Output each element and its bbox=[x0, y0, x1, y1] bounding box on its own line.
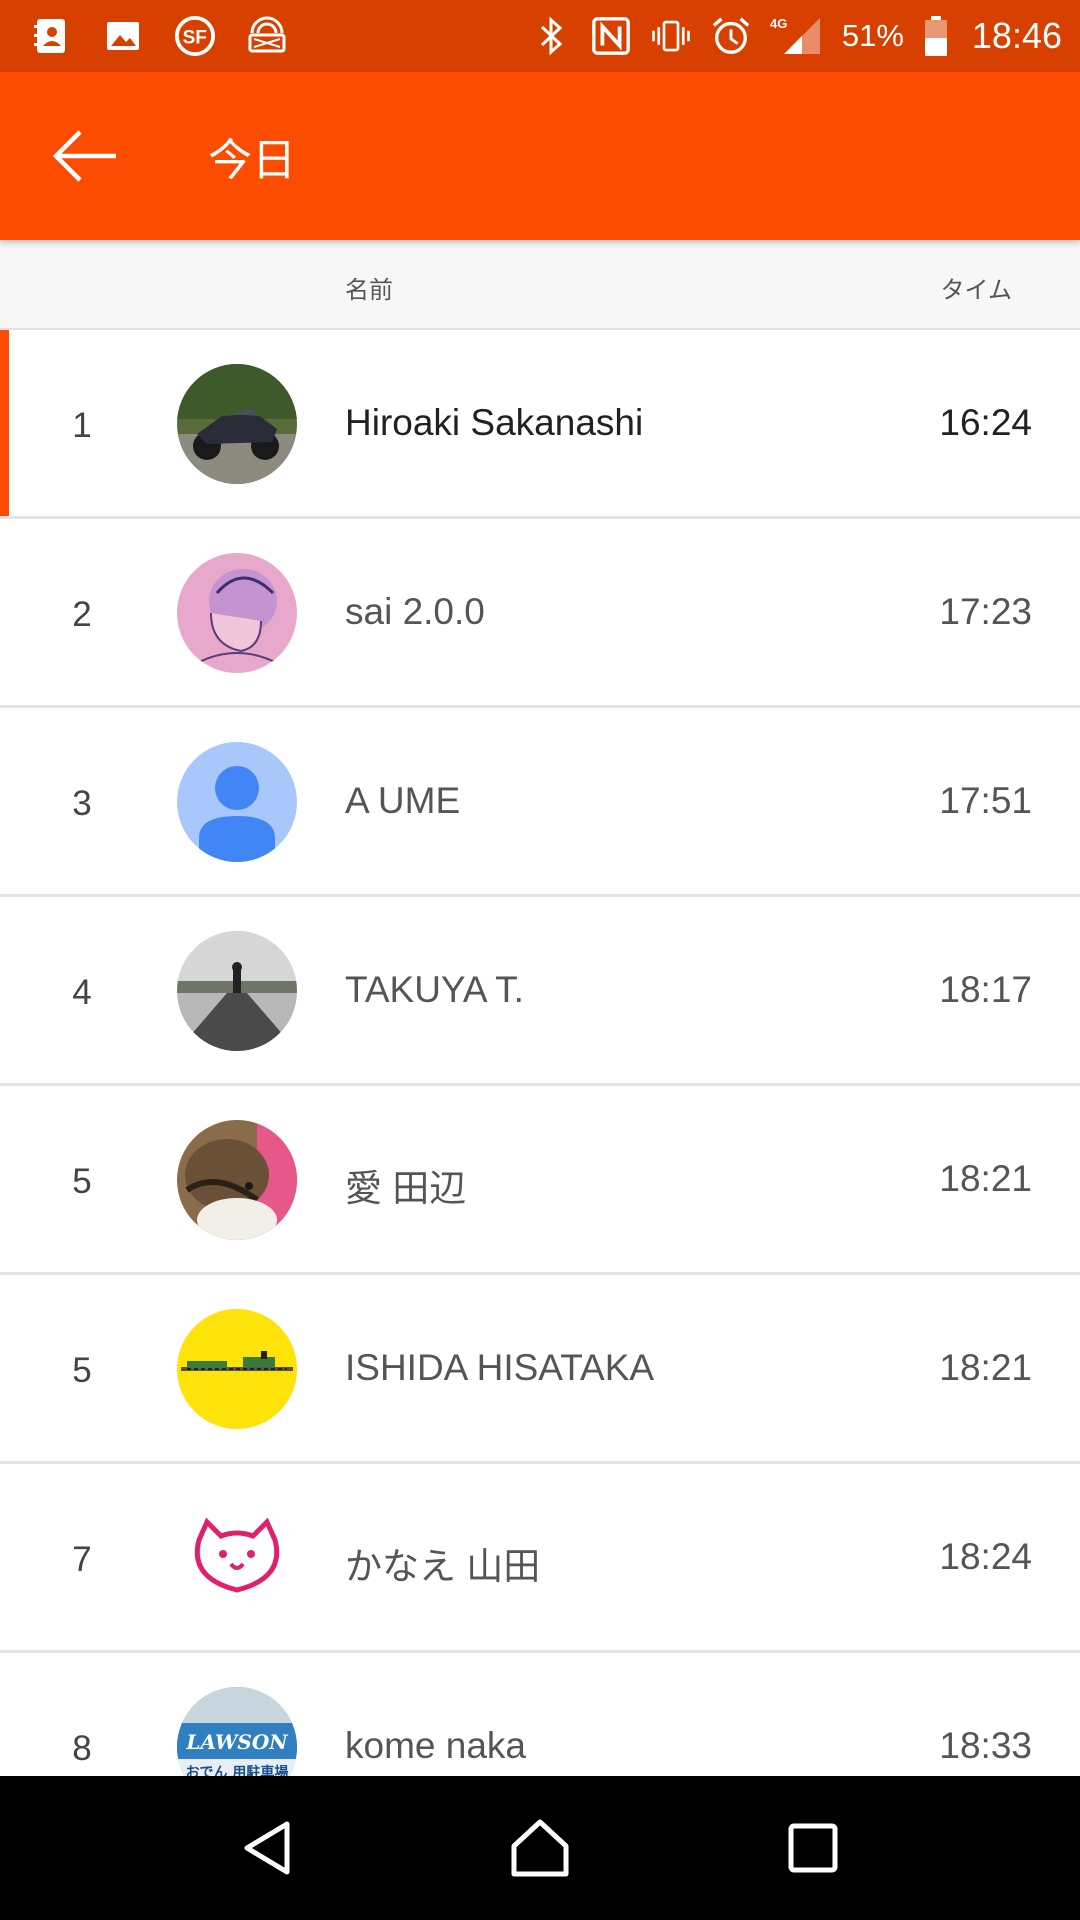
alarm-icon bbox=[710, 15, 752, 57]
nfc-icon bbox=[590, 15, 632, 57]
athlete-name[interactable]: かなえ 山田 bbox=[345, 1536, 540, 1590]
svg-text:4G: 4G bbox=[770, 16, 787, 31]
athlete-name[interactable]: ISHIDA HISATAKA bbox=[345, 1347, 654, 1389]
signal-icon: 4G bbox=[770, 15, 824, 57]
avatar[interactable] bbox=[177, 364, 297, 484]
rank: 4 bbox=[72, 973, 92, 1012]
bluetooth-icon bbox=[530, 15, 572, 57]
avatar[interactable] bbox=[177, 553, 297, 673]
avatar[interactable] bbox=[177, 1498, 297, 1618]
leaderboard-row[interactable]: 5 ISHIDA HISATAKA 18:21 bbox=[0, 1275, 1080, 1464]
app-bar: 今日 bbox=[0, 72, 1080, 240]
status-time: 18:46 bbox=[971, 15, 1062, 56]
athlete-name[interactable]: sai 2.0.0 bbox=[345, 591, 485, 633]
athlete-name[interactable]: A UME bbox=[345, 780, 460, 822]
leaderboard-row[interactable]: 5 愛 田辺 18:21 bbox=[0, 1086, 1080, 1275]
athlete-time: 16:24 bbox=[939, 402, 1032, 443]
highlight-marker bbox=[0, 330, 9, 516]
back-button[interactable] bbox=[30, 101, 140, 211]
athlete-time: 17:23 bbox=[939, 591, 1032, 632]
athlete-time: 18:17 bbox=[939, 969, 1032, 1010]
svg-text:LAWSON: LAWSON bbox=[185, 1730, 288, 1754]
battery-icon bbox=[922, 15, 950, 57]
cast-icon bbox=[246, 15, 288, 57]
column-time-label: タイム bbox=[940, 276, 1012, 304]
leaderboard-row[interactable]: 3 A UME 17:51 bbox=[0, 708, 1080, 897]
rank: 7 bbox=[72, 1540, 92, 1579]
status-bar: SF 4G 51% 18:46 bbox=[0, 0, 1080, 72]
contacts-icon bbox=[30, 15, 72, 57]
athlete-name[interactable]: 愛 田辺 bbox=[345, 1158, 466, 1212]
avatar[interactable] bbox=[177, 742, 297, 862]
avatar[interactable] bbox=[177, 1309, 297, 1429]
page-title: 今日 bbox=[208, 135, 296, 186]
vibrate-icon bbox=[650, 15, 692, 57]
athlete-name[interactable]: Hiroaki Sakanashi bbox=[345, 402, 643, 444]
nav-back-icon bbox=[244, 1821, 290, 1875]
leaderboard-list: 1 Hiroaki Sakanashi 16:24 2 sai 2.0.0 17… bbox=[0, 330, 1080, 1842]
gallery-icon bbox=[102, 15, 144, 57]
athlete-name[interactable]: TAKUYA T. bbox=[345, 969, 524, 1011]
rank: 8 bbox=[72, 1729, 92, 1768]
athlete-time: 18:21 bbox=[939, 1347, 1032, 1388]
nav-recents-button[interactable] bbox=[763, 1798, 863, 1898]
athlete-time: 18:33 bbox=[939, 1725, 1032, 1766]
leaderboard-row[interactable]: 2 sai 2.0.0 17:23 bbox=[0, 519, 1080, 708]
svg-text:SF: SF bbox=[183, 28, 207, 49]
nav-back-button[interactable] bbox=[217, 1798, 317, 1898]
avatar[interactable] bbox=[177, 1120, 297, 1240]
nav-home-button[interactable] bbox=[490, 1798, 590, 1898]
athlete-time: 18:24 bbox=[939, 1536, 1032, 1577]
arrow-back-icon bbox=[52, 130, 116, 182]
battery-percent: 51% bbox=[841, 18, 904, 53]
leaderboard-row[interactable]: 1 Hiroaki Sakanashi 16:24 bbox=[0, 330, 1080, 519]
rank: 5 bbox=[72, 1162, 92, 1201]
home-icon bbox=[511, 1819, 569, 1877]
sf-app-icon: SF bbox=[174, 15, 216, 57]
column-name-label: 名前 bbox=[345, 276, 393, 304]
column-header: 名前 タイム bbox=[0, 240, 1080, 330]
navigation-bar bbox=[0, 1776, 1080, 1920]
recents-icon bbox=[788, 1823, 838, 1873]
leaderboard-row[interactable]: 7 かなえ 山田 18:24 bbox=[0, 1464, 1080, 1653]
rank: 3 bbox=[72, 784, 92, 823]
athlete-name[interactable]: kome naka bbox=[345, 1725, 526, 1767]
rank: 2 bbox=[72, 595, 92, 634]
avatar[interactable] bbox=[177, 931, 297, 1051]
rank: 1 bbox=[72, 406, 92, 445]
athlete-time: 17:51 bbox=[939, 780, 1032, 821]
leaderboard-row[interactable]: 4 TAKUYA T. 18:17 bbox=[0, 897, 1080, 1086]
athlete-time: 18:21 bbox=[939, 1158, 1032, 1199]
rank: 5 bbox=[72, 1351, 92, 1390]
